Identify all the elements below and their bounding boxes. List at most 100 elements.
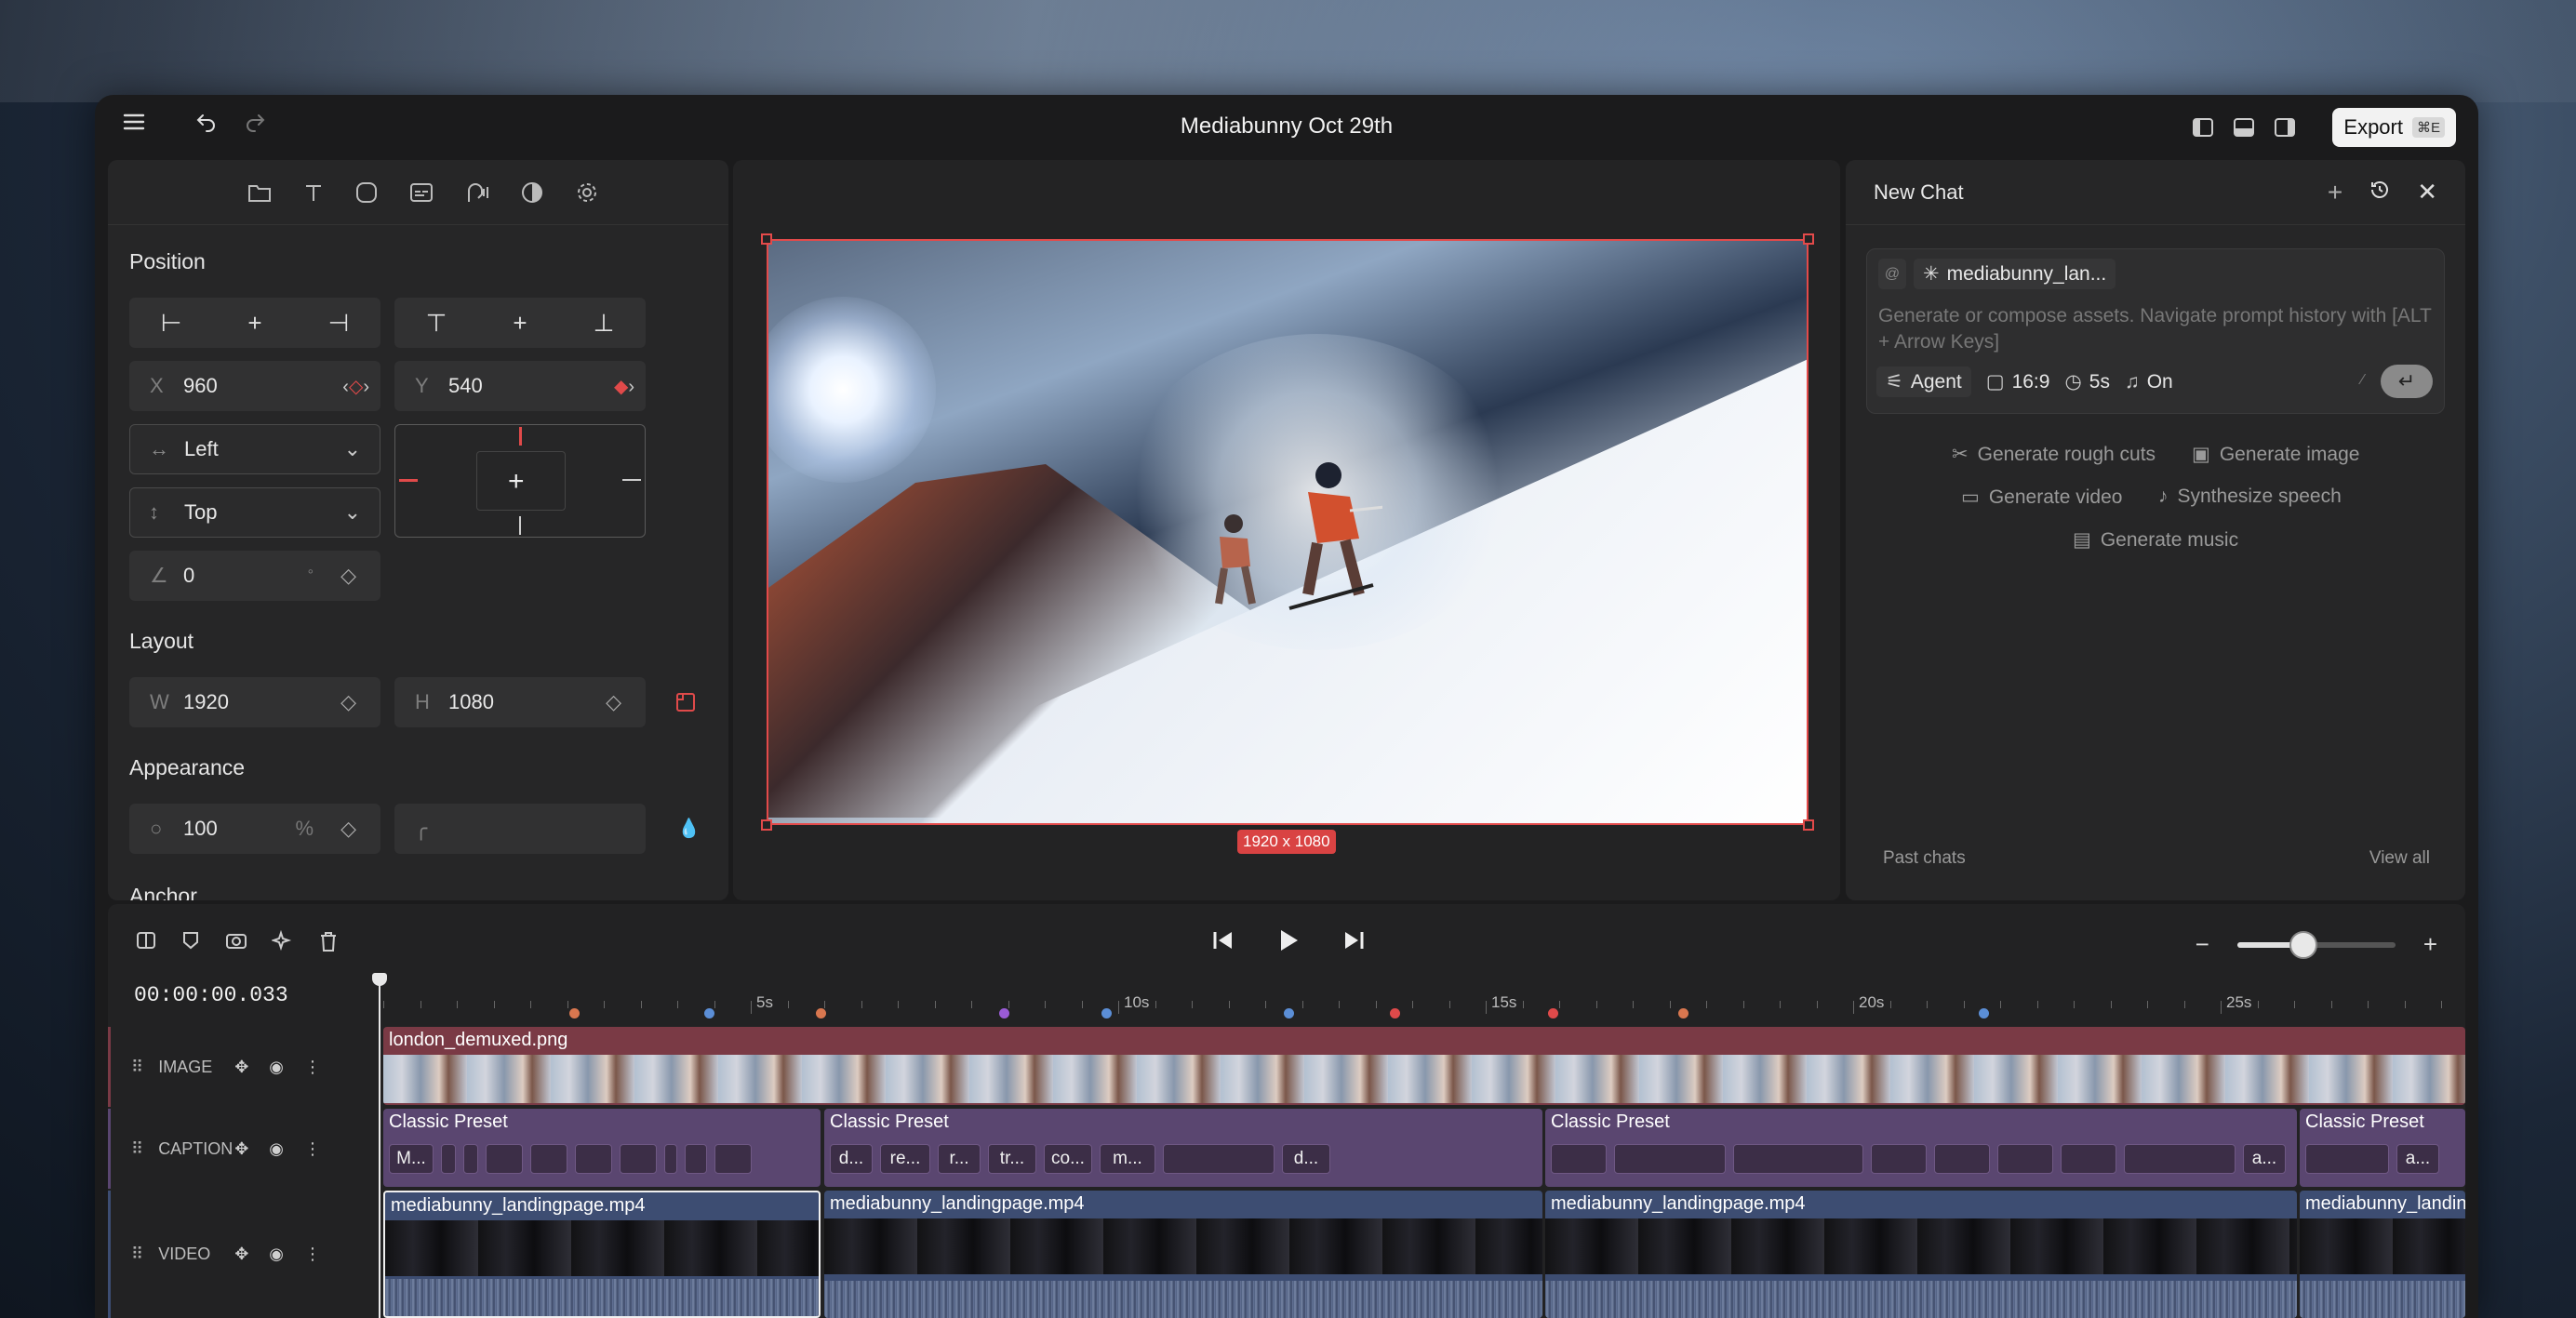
timeline-marker[interactable] [1979, 1008, 1989, 1018]
video-clip[interactable]: mediabunny_landin [2300, 1191, 2465, 1318]
duration-button[interactable]: ◷ 5s [2064, 370, 2110, 393]
history-icon[interactable] [2369, 179, 2391, 206]
magic-wand-icon[interactable]: ⁄ [2361, 372, 2364, 389]
preview-frame[interactable] [767, 239, 1809, 825]
anchor-widget[interactable]: + [394, 424, 646, 538]
close-icon[interactable]: ✕ [2417, 178, 2437, 206]
keyframe-y-icon[interactable]: ◆› [614, 375, 634, 398]
timeline-marker[interactable] [1678, 1008, 1688, 1018]
keyframe-diamond-icon[interactable]: ◇ [340, 817, 356, 841]
caption-segment[interactable]: d... [830, 1144, 873, 1174]
caption-segment[interactable] [2061, 1144, 2116, 1174]
caption-segment[interactable] [1934, 1144, 1990, 1174]
contrast-icon[interactable] [521, 181, 543, 204]
eye-icon[interactable]: ◉ [269, 1058, 284, 1077]
height-field[interactable]: H 1080 ◇ [394, 677, 646, 727]
x-position-field[interactable]: X 960 ‹◇› [129, 361, 380, 411]
move-icon[interactable]: ✥ [234, 1245, 248, 1264]
align-bottom-icon[interactable]: ⊥ [562, 298, 646, 348]
corner-radius-field[interactable]: ╭ [394, 804, 646, 854]
synthesize-speech-button[interactable]: ♪ Synthesize speech [2158, 486, 2342, 508]
color-drop-icon[interactable]: 💧 [677, 817, 701, 840]
generate-music-button[interactable]: ▤ Generate music [2073, 528, 2238, 552]
caption-segment[interactable]: a... [2243, 1144, 2286, 1174]
move-icon[interactable]: ✥ [234, 1058, 248, 1077]
caption-segment[interactable] [1551, 1144, 1607, 1174]
generate-rough-cuts-button[interactable]: ✂ Generate rough cuts [1952, 443, 2156, 466]
caption-segment[interactable] [1997, 1144, 2053, 1174]
y-position-field[interactable]: Y 540 ◆› [394, 361, 646, 411]
caption-segment[interactable] [2124, 1144, 2236, 1174]
timeline-marker[interactable] [1390, 1008, 1400, 1018]
generate-video-button[interactable]: ▭ Generate video [1961, 486, 2122, 509]
drag-handle-icon[interactable]: ⠿ [131, 1139, 143, 1159]
vertical-anchor-select[interactable]: ↕ Top ⌄ [129, 487, 380, 538]
marker-icon[interactable] [180, 930, 201, 957]
width-field[interactable]: W 1920 ◇ [129, 677, 380, 727]
resize-handle-tr[interactable] [1803, 233, 1814, 245]
new-chat-icon[interactable]: + [2328, 178, 2342, 207]
caption-segment[interactable] [575, 1144, 612, 1174]
playhead[interactable] [372, 973, 387, 1318]
caption-segment[interactable]: m... [1100, 1144, 1155, 1174]
audio-icon[interactable] [465, 181, 489, 204]
caption-segment[interactable]: d... [1282, 1144, 1330, 1174]
zoom-out-icon[interactable]: − [2196, 930, 2209, 959]
folder-icon[interactable] [247, 182, 272, 203]
drag-handle-icon[interactable]: ⠿ [131, 1245, 143, 1264]
caption-segment[interactable]: r... [938, 1144, 981, 1174]
align-center-h-icon[interactable]: + [213, 298, 297, 348]
caption-clip[interactable]: Classic Preset a... [1545, 1109, 2297, 1187]
chat-input-box[interactable]: @ ✳ mediabunny_lan... Generate or compos… [1866, 248, 2445, 414]
caption-segment[interactable] [2305, 1144, 2389, 1174]
video-clip[interactable]: mediabunny_landingpage.mp4 [1545, 1191, 2297, 1318]
caption-segment[interactable] [463, 1144, 478, 1174]
drag-handle-icon[interactable]: ⠿ [131, 1058, 143, 1077]
text-icon[interactable] [303, 182, 324, 203]
zoom-slider[interactable] [2236, 930, 2396, 959]
send-button[interactable]: ↵ [2381, 365, 2433, 398]
caption-segment[interactable] [664, 1144, 677, 1174]
caption-segment[interactable] [685, 1144, 707, 1174]
resize-handle-tl[interactable] [761, 233, 772, 245]
caption-clip[interactable]: Classic Preset M... [383, 1109, 821, 1187]
generate-image-button[interactable]: ▣ Generate image [2192, 443, 2359, 466]
resize-handle-bl[interactable] [761, 819, 772, 831]
horizontal-anchor-select[interactable]: ↔ Left ⌄ [129, 424, 380, 474]
rotation-field[interactable]: ∠ 0 ° ◇ [129, 551, 380, 601]
keyframe-diamond-icon[interactable]: ◇ [340, 564, 356, 588]
caption-segment[interactable] [530, 1144, 567, 1174]
mention-button[interactable]: @ [1878, 259, 1906, 289]
more-icon[interactable]: ⋮ [304, 1139, 321, 1159]
timeline-marker[interactable] [1284, 1008, 1294, 1018]
align-top-icon[interactable]: ⊤ [394, 298, 478, 348]
caption-segment[interactable] [441, 1144, 456, 1174]
caption-clip[interactable]: Classic Preset a... [2300, 1109, 2465, 1187]
timeline-marker[interactable] [816, 1008, 826, 1018]
caption-segment[interactable] [1871, 1144, 1927, 1174]
timeline-marker[interactable] [1548, 1008, 1558, 1018]
caption-segment[interactable] [620, 1144, 657, 1174]
caption-segment[interactable] [714, 1144, 752, 1174]
image-clip[interactable]: london_demuxed.png [383, 1027, 2465, 1105]
settings-gear-icon[interactable] [575, 180, 599, 205]
caption-clip[interactable]: Classic Preset d... re... r... tr... co... m..… [824, 1109, 1542, 1187]
move-icon[interactable]: ✥ [234, 1139, 248, 1159]
audio-toggle-button[interactable]: ♫ On [2125, 371, 2173, 393]
timeline-marker[interactable] [999, 1008, 1009, 1018]
keyframe-diamond-icon[interactable]: ◇ [606, 690, 621, 714]
caption-segment[interactable]: co... [1044, 1144, 1092, 1174]
timeline-marker[interactable] [704, 1008, 714, 1018]
play-icon[interactable] [1276, 927, 1301, 958]
caption-segment[interactable] [1614, 1144, 1726, 1174]
left-panel-toggle-icon[interactable] [2193, 118, 2214, 137]
export-button[interactable]: Export ⌘E [2332, 108, 2456, 147]
zoom-in-icon[interactable]: + [2423, 930, 2437, 959]
opacity-field[interactable]: ○ 100 % ◇ [129, 804, 380, 854]
skip-forward-icon[interactable] [1341, 929, 1366, 956]
caption-segment[interactable]: tr... [988, 1144, 1036, 1174]
right-panel-toggle-icon[interactable] [2275, 118, 2296, 137]
timeline-marker[interactable] [1101, 1008, 1112, 1018]
split-icon[interactable] [136, 930, 156, 957]
caption-segment[interactable]: a... [2396, 1144, 2439, 1174]
